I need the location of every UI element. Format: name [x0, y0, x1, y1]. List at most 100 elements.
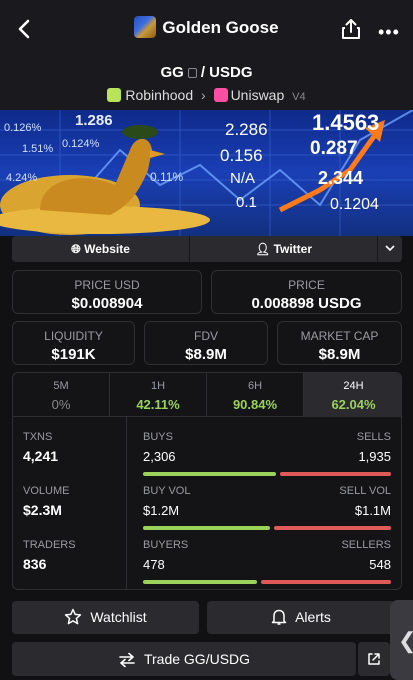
website-button[interactable]: 🌐︎ Website	[12, 236, 190, 262]
external-link-button[interactable]	[358, 642, 390, 676]
price-native-value: 0.008898 USDG	[251, 295, 362, 312]
twitter-label: Twitter	[273, 242, 313, 256]
website-label: Website	[84, 242, 130, 256]
sellers-bar	[260, 580, 391, 584]
watchlist-button[interactable]: Watchlist	[12, 601, 199, 634]
dex-version: V4	[292, 91, 306, 103]
buys-sells-block: BUYS SELLS 2,306 1,935	[143, 431, 391, 476]
volume-split-bar	[143, 526, 391, 530]
liquidity-label: LIQUIDITY	[44, 329, 103, 343]
sells-value: 1,935	[358, 449, 391, 464]
tab-value: 0%	[51, 397, 71, 412]
price-native-card: PRICE 0.008898 USDG	[211, 270, 402, 314]
banner-tile: 2.286	[225, 120, 268, 139]
title-text: Golden Goose	[162, 18, 279, 37]
more-icon[interactable]: •••	[378, 22, 400, 43]
market-cap-value: $8.9M	[318, 346, 361, 363]
pair-separator: /	[200, 64, 205, 81]
token-logo	[134, 16, 157, 38]
tab-1h[interactable]: 1H 42.11%	[110, 373, 207, 417]
side-drawer-handle[interactable]: ❮	[390, 600, 413, 680]
sell-vol-bar	[273, 526, 391, 530]
buy-vol-bar	[143, 526, 270, 530]
watchlist-label: Watchlist	[90, 609, 147, 625]
banner-tile: 1.4563	[312, 110, 380, 135]
user-icon: 👤︎	[254, 242, 271, 256]
fdv-label: FDV	[194, 329, 218, 343]
buys-label: BUYS	[143, 431, 173, 443]
top-bar: Golden Goose •••	[0, 0, 413, 58]
stats-panel: 5M 0% 1H 42.11% 6H 90.84% 24H 62.04% TXN…	[12, 372, 402, 590]
tab-value: 90.84%	[232, 397, 278, 412]
banner-tile: 4.24%	[6, 172, 38, 184]
star-icon	[64, 605, 82, 638]
trade-label: Trade GG/USDG	[143, 651, 251, 667]
banner-tile: 2.344	[318, 168, 364, 188]
buys-value: 2,306	[143, 449, 176, 464]
copy-icon[interactable]	[187, 68, 197, 78]
buys-sells-bar	[143, 472, 391, 476]
sell-vol-label: SELL VOL	[339, 485, 391, 497]
sell-vol-value: $1.1M	[354, 503, 391, 518]
swap-icon	[118, 646, 136, 680]
tab-6h[interactable]: 6H 90.84%	[207, 373, 304, 417]
base-symbol: GG	[160, 64, 184, 81]
volume-value: $2.3M	[23, 502, 62, 518]
uniswap-icon	[213, 88, 228, 102]
tab-label: 6H	[247, 380, 263, 392]
pair-name: GG / USDG	[0, 64, 413, 81]
tab-value: 42.11%	[136, 397, 180, 412]
banner-tile: 0.126%	[4, 122, 42, 134]
share-icon[interactable]	[340, 18, 362, 40]
price-usd-card: PRICE USD $0.008904	[12, 270, 202, 314]
traders-label: TRADERS	[23, 539, 76, 551]
tab-label: 5M	[53, 380, 69, 392]
traders-block: TRADERS 836	[23, 539, 76, 572]
banner-tile: 0.287	[310, 138, 358, 159]
alerts-button[interactable]: Alerts	[207, 601, 395, 634]
twitter-button[interactable]: 👤︎ Twitter	[190, 236, 378, 262]
banner-tile: 0.1204	[330, 196, 379, 213]
pair-header: GG / USDG Robinhood › Uniswap V4	[0, 58, 413, 110]
tab-label: 1H	[150, 380, 166, 392]
price-usd-label: PRICE USD	[74, 278, 140, 292]
sellers-label: SELLERS	[341, 539, 391, 551]
fdv-card: FDV $8.9M	[144, 321, 268, 365]
market-cap-label: MARKET CAP	[300, 329, 379, 343]
banner-tile: N/A	[230, 170, 256, 187]
banner-tile: 0.1	[236, 194, 257, 211]
volume-block: VOLUME $2.3M	[23, 485, 69, 518]
buyers-bar	[143, 580, 257, 584]
links-dropdown-button[interactable]	[378, 236, 402, 262]
txns-value: 4,241	[23, 448, 59, 464]
alerts-label: Alerts	[295, 609, 331, 625]
chevron-right-icon: ›	[201, 87, 206, 103]
tab-5m[interactable]: 5M 0%	[13, 373, 110, 417]
chain-name[interactable]: Robinhood	[125, 87, 193, 103]
chevron-left-icon: ❮	[398, 628, 413, 654]
price-native-label: PRICE	[288, 278, 325, 292]
sells-bar	[279, 472, 391, 476]
totals-column: TXNS 4,241 VOLUME $2.3M TRADERS 836	[13, 417, 127, 589]
banner-tile: 0.156	[220, 146, 263, 165]
trade-button[interactable]: Trade GG/USDG	[12, 642, 356, 676]
buyers-label: BUYERS	[143, 539, 189, 551]
tab-label: 24H	[343, 380, 364, 392]
tab-24h[interactable]: 24H 62.04%	[304, 373, 401, 417]
buy-vol-label: BUY VOL	[143, 485, 191, 497]
fdv-value: $8.9M	[185, 346, 227, 363]
buy-vol-value: $1.2M	[143, 503, 180, 518]
bell-icon	[271, 605, 287, 638]
volume-split-block: BUY VOL SELL VOL $1.2M $1.1M	[143, 485, 391, 530]
robinhood-chain-icon	[107, 88, 122, 102]
buys-bar	[143, 472, 276, 476]
timeframe-tabs: 5M 0% 1H 42.11% 6H 90.84% 24H 62.04%	[13, 373, 401, 417]
txns-label: TXNS	[23, 431, 53, 443]
chevron-down-icon	[385, 245, 395, 252]
sellers-value: 548	[369, 557, 391, 572]
banner-tile: 0.11%	[150, 170, 184, 184]
liquidity-value: $191K	[51, 346, 96, 363]
dex-name[interactable]: Uniswap	[231, 87, 285, 103]
links-row: 🌐︎ Website 👤︎ Twitter	[12, 236, 402, 262]
traders-split-block: BUYERS SELLERS 478 548	[143, 539, 391, 584]
